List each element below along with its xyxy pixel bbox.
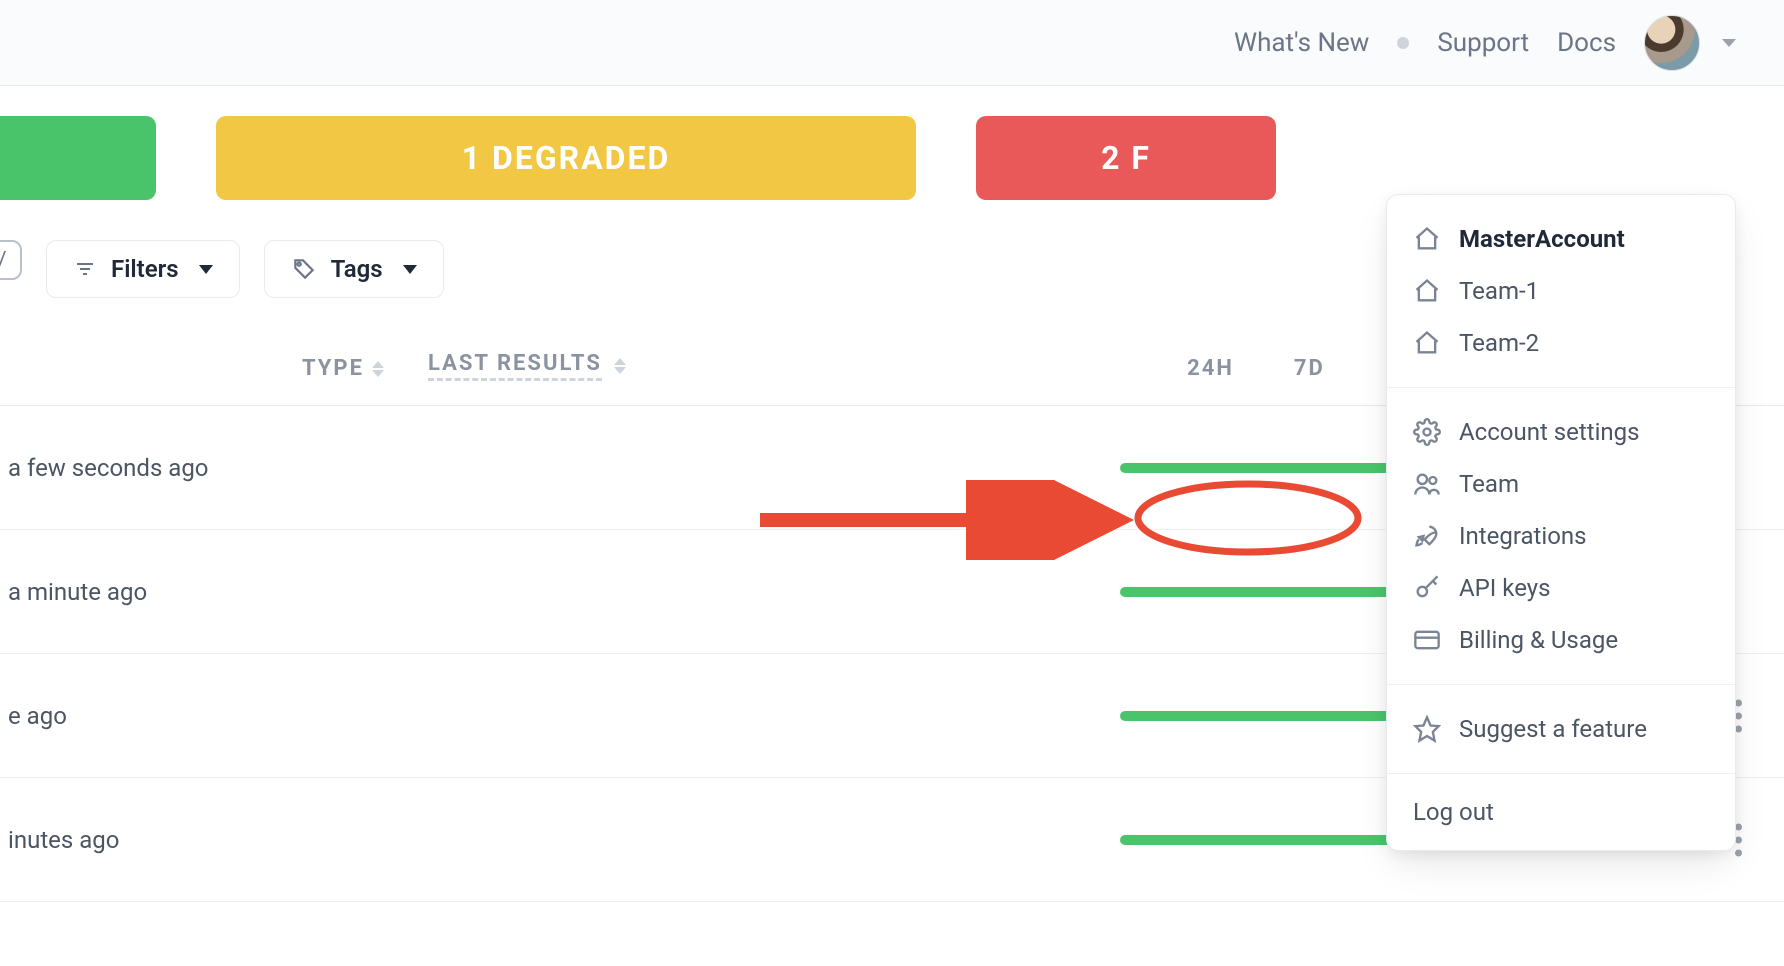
menu-item-label: Integrations: [1459, 522, 1587, 550]
chevron-down-icon: [1722, 39, 1736, 47]
row-timestamp: inutes ago: [0, 826, 119, 854]
col-last-results[interactable]: LAST RESULTS: [428, 351, 626, 405]
row-timestamp: e ago: [0, 702, 67, 730]
failing-card[interactable]: 2 F: [976, 116, 1276, 200]
col-type[interactable]: TYPE: [302, 356, 384, 405]
menu-account_settings[interactable]: Account settings: [1387, 406, 1735, 458]
filters-button[interactable]: Filters: [46, 240, 240, 298]
star-icon: [1413, 715, 1441, 743]
search-box-button[interactable]: /: [0, 240, 22, 280]
row-menu-button[interactable]: [1735, 699, 1742, 732]
people-icon: [1413, 470, 1441, 498]
chevron-down-icon: [403, 265, 417, 274]
menu-suggest-label: Suggest a feature: [1459, 715, 1647, 743]
status-dot-icon: [1397, 37, 1409, 49]
avatar: [1644, 15, 1700, 71]
menu-logout[interactable]: Log out: [1387, 774, 1735, 850]
row-timestamp: a few seconds ago: [0, 454, 209, 482]
credit-card-icon: [1413, 626, 1441, 654]
passing-card[interactable]: [0, 116, 156, 200]
menu-item-label: Account settings: [1459, 418, 1640, 446]
menu-item-label: Billing & Usage: [1459, 626, 1618, 654]
menu-account-label: MasterAccount: [1459, 225, 1625, 253]
main-content: 1 DEGRADED 2 F / Filters Tags TYPE LAST …: [0, 86, 1784, 902]
dropdown-settings-section: Account settings Team Integrations API keys…: [1387, 388, 1735, 684]
sort-icon: [614, 358, 626, 374]
col-24h[interactable]: 24H: [1187, 356, 1294, 405]
support-link[interactable]: Support: [1437, 28, 1529, 58]
degraded-card[interactable]: 1 DEGRADED: [216, 116, 916, 200]
tags-label: Tags: [331, 255, 383, 283]
filters-label: Filters: [111, 255, 179, 283]
menu-account-item[interactable]: Team-2: [1387, 317, 1735, 369]
home-icon: [1413, 277, 1441, 305]
row-menu-button[interactable]: [1735, 823, 1742, 856]
dropdown-accounts-section: MasterAccount Team-1 Team-2: [1387, 195, 1735, 387]
status-summary-row: 1 DEGRADED 2 F: [0, 116, 1784, 200]
home-icon: [1413, 225, 1441, 253]
filter-icon: [73, 257, 97, 281]
dropdown-suggest-section: Suggest a feature: [1387, 685, 1735, 773]
topbar: What's New Support Docs: [0, 0, 1784, 86]
key-icon: [1413, 574, 1441, 602]
sort-icon: [372, 361, 384, 377]
gear-icon: [1413, 418, 1441, 446]
menu-team[interactable]: Team: [1387, 458, 1735, 510]
menu-account-label: Team-2: [1459, 329, 1539, 357]
menu-integrations[interactable]: Integrations: [1387, 510, 1735, 562]
tag-icon: [291, 256, 317, 282]
account-menu-trigger[interactable]: [1644, 15, 1736, 71]
menu-api_keys[interactable]: API keys: [1387, 562, 1735, 614]
chevron-down-icon: [199, 265, 213, 274]
menu-item-label: API keys: [1459, 574, 1551, 602]
account-dropdown: MasterAccount Team-1 Team-2 Account settin…: [1386, 194, 1736, 851]
menu-item-label: Team: [1459, 470, 1519, 498]
docs-link[interactable]: Docs: [1557, 28, 1616, 58]
menu-account-label: Team-1: [1459, 277, 1539, 305]
menu-account-item[interactable]: Team-1: [1387, 265, 1735, 317]
menu-billing[interactable]: Billing & Usage: [1387, 614, 1735, 666]
col-last-results-label: LAST RESULTS: [428, 351, 602, 381]
home-icon: [1413, 329, 1441, 357]
col-type-label: TYPE: [302, 356, 364, 381]
rocket-icon: [1413, 522, 1441, 550]
row-timestamp: a minute ago: [0, 578, 147, 606]
menu-account-item[interactable]: MasterAccount: [1387, 213, 1735, 265]
menu-suggest-feature[interactable]: Suggest a feature: [1387, 703, 1735, 755]
tags-button[interactable]: Tags: [264, 240, 444, 298]
whats-new-link[interactable]: What's New: [1234, 28, 1369, 58]
